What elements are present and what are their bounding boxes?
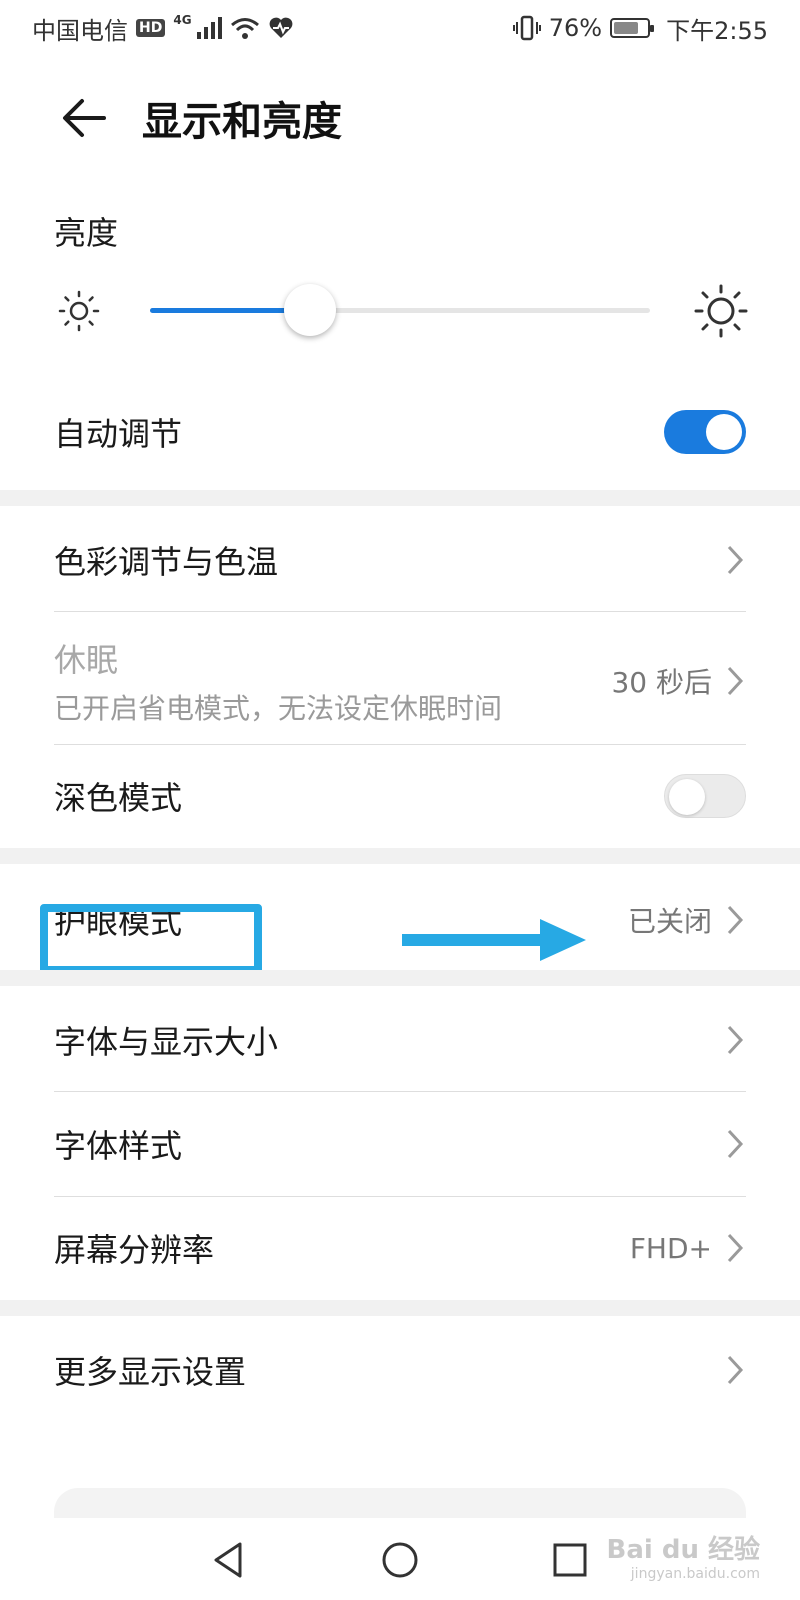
divider xyxy=(54,1091,746,1092)
carrier-label: 中国电信 xyxy=(32,16,128,45)
arrow-left-icon xyxy=(63,99,106,137)
font-style-label: 字体样式 xyxy=(54,1127,183,1165)
battery-icon xyxy=(610,18,655,38)
sleep-label: 休眠 xyxy=(54,641,119,679)
font-size-label: 字体与显示大小 xyxy=(54,1023,279,1061)
brightness-slider-thumb[interactable] xyxy=(284,284,336,336)
status-right: 76% 下午2:55 xyxy=(512,11,768,46)
brightness-title: 亮度 xyxy=(54,214,119,252)
dark-mode-control xyxy=(664,774,746,818)
section-separator xyxy=(0,1300,800,1316)
font-style-row[interactable]: 字体样式 xyxy=(0,1104,800,1184)
battery-level-fill xyxy=(614,22,639,34)
nav-recents-button[interactable] xyxy=(540,1530,600,1590)
chevron-right-icon xyxy=(727,666,744,696)
annotation-arrow-icon xyxy=(402,919,586,961)
sun-bright-icon xyxy=(694,284,748,338)
sleep-right: 30 秒后 xyxy=(611,661,746,701)
auto-adjust-control xyxy=(664,410,746,454)
color-temp-right xyxy=(724,543,746,577)
watermark-text: Bai du 经验 xyxy=(606,1535,761,1565)
battery-percent-label: 76% xyxy=(548,14,603,42)
status-bar: 中国电信 HD 4G 76% 下午2:55 xyxy=(0,0,800,56)
brightness-slider-row xyxy=(0,270,800,350)
triangle-back-icon xyxy=(214,1542,242,1578)
color-temp-row[interactable]: 色彩调节与色温 xyxy=(0,520,800,600)
back-button[interactable] xyxy=(44,78,124,158)
chevron-right-icon xyxy=(727,1355,744,1385)
font-size-right xyxy=(724,1023,746,1057)
brightness-slider[interactable] xyxy=(150,308,650,313)
hd-badge: HD xyxy=(136,19,166,37)
sleep-value: 30 秒后 xyxy=(611,666,712,699)
divider xyxy=(54,611,746,612)
sleep-text: 休眠 已开启省电模式，无法设定休眠时间 xyxy=(54,635,502,727)
settings-screen: 中国电信 HD 4G 76% 下午2:55 显示和亮度 亮度 自动调节 色彩调节… xyxy=(0,0,800,1600)
resolution-row[interactable]: 屏幕分辨率 FHD+ xyxy=(0,1208,800,1288)
auto-adjust-toggle[interactable] xyxy=(664,410,746,454)
app-header: 显示和亮度 xyxy=(0,68,800,168)
nav-back-button[interactable] xyxy=(198,1530,258,1590)
sleep-row: 休眠 已开启省电模式，无法设定休眠时间 30 秒后 xyxy=(0,626,800,736)
network-type-label: 4G xyxy=(173,13,192,27)
section-separator xyxy=(0,490,800,506)
vibrate-icon xyxy=(512,15,541,41)
nav-home-button[interactable] xyxy=(370,1530,430,1590)
toggle-knob xyxy=(706,414,742,450)
chevron-right-icon xyxy=(727,1129,744,1159)
square-recents-icon xyxy=(553,1543,587,1577)
dark-mode-toggle[interactable] xyxy=(664,774,746,818)
resolution-label: 屏幕分辨率 xyxy=(54,1231,215,1269)
chevron-right-icon xyxy=(727,1233,744,1263)
heart-health-icon xyxy=(269,17,292,38)
dark-mode-label: 深色模式 xyxy=(54,779,183,817)
baidu-jingyan-watermark: Bai du 经验 jingyan.baidu.com xyxy=(606,1535,761,1586)
eye-comfort-right: 已关闭 xyxy=(628,900,746,940)
circle-home-icon xyxy=(382,1542,418,1578)
annotation-highlight-box xyxy=(40,904,262,974)
page-title: 显示和亮度 xyxy=(142,99,342,145)
font-size-row[interactable]: 字体与显示大小 xyxy=(0,1000,800,1080)
font-style-right xyxy=(724,1127,746,1161)
sleep-subtitle: 已开启省电模式，无法设定休眠时间 xyxy=(54,692,503,725)
bottom-card-partial xyxy=(54,1488,746,1518)
toggle-knob xyxy=(669,779,705,815)
resolution-right: FHD+ xyxy=(630,1231,746,1265)
more-settings-label: 更多显示设置 xyxy=(54,1353,247,1391)
signal-icon xyxy=(196,17,222,39)
resolution-value: FHD+ xyxy=(629,1231,712,1265)
clock-label: 下午2:55 xyxy=(666,16,768,45)
eye-comfort-value: 已关闭 xyxy=(627,905,712,938)
more-settings-right xyxy=(724,1353,746,1387)
color-temp-label: 色彩调节与色温 xyxy=(54,543,279,581)
divider xyxy=(54,744,746,745)
auto-adjust-row[interactable]: 自动调节 xyxy=(0,392,800,472)
divider xyxy=(54,1196,746,1197)
dark-mode-row[interactable]: 深色模式 xyxy=(0,756,800,836)
chevron-right-icon xyxy=(727,905,744,935)
auto-adjust-label: 自动调节 xyxy=(54,415,183,453)
wifi-icon xyxy=(230,18,259,39)
chevron-right-icon xyxy=(727,545,744,575)
status-left: 中国电信 HD 4G xyxy=(32,11,294,46)
watermark-url: jingyan.baidu.com xyxy=(630,1566,760,1582)
section-separator xyxy=(0,970,800,986)
sun-dim-icon xyxy=(58,290,100,332)
section-separator xyxy=(0,848,800,864)
chevron-right-icon xyxy=(727,1025,744,1055)
more-settings-row[interactable]: 更多显示设置 xyxy=(0,1330,800,1410)
